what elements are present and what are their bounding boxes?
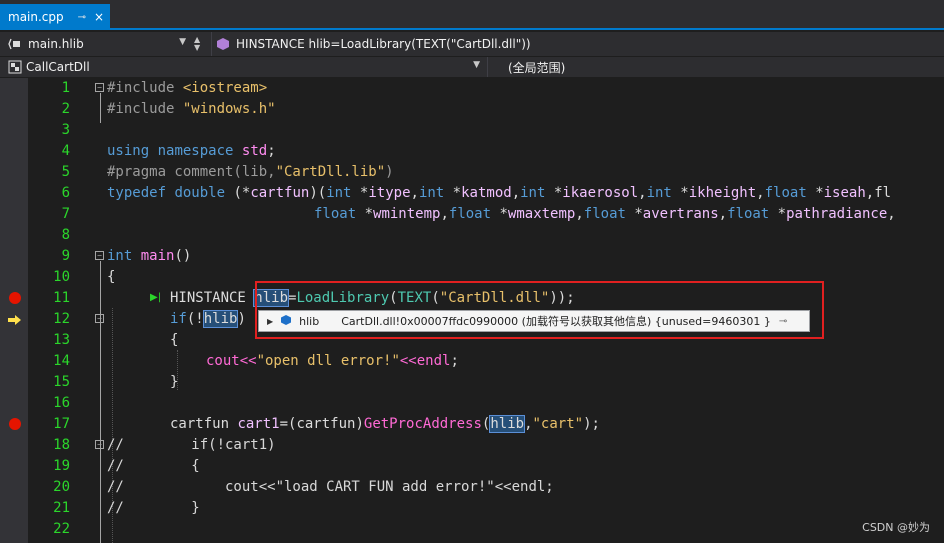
code-line-17: 17 cartfun cart1=(cartfun)GetProcAddress…: [0, 414, 944, 435]
line-number: 12: [53, 311, 70, 327]
scope-dropdown[interactable]: main.hlib ▼: [8, 34, 190, 54]
code-line-9: 9 − int main(): [0, 246, 944, 267]
global-scope-dropdown[interactable]: (全局范围): [508, 57, 944, 77]
code-line-18: 18 − // if(!cart1): [0, 435, 944, 456]
tab-main-cpp[interactable]: main.cpp ⊸ ×: [0, 4, 110, 30]
code-text: // }: [107, 500, 200, 516]
line-number: 1: [61, 80, 70, 96]
code-text: if(!hlib): [170, 310, 246, 328]
chevron-down-icon: ▼: [179, 37, 186, 47]
code-line-19: 19 // {: [0, 456, 944, 477]
annotation-highlight-box: [255, 281, 824, 339]
code-text: #include <iostream>: [107, 80, 268, 96]
split-arrows[interactable]: ▲ ▼: [194, 34, 208, 54]
line-number: 10: [53, 269, 70, 285]
code-text: #include "windows.h": [107, 101, 276, 117]
line-number: 3: [61, 122, 70, 138]
code-line-14: 14 cout<<"open dll error!"<<endl;: [0, 351, 944, 372]
code-line-20: 20 // cout<<"load CART FUN add error!"<<…: [0, 477, 944, 498]
code-text: // if(!cart1): [107, 437, 276, 453]
line-number: 22: [53, 521, 70, 537]
line-number: 18: [53, 437, 70, 453]
code-text: cartfun cart1=(cartfun)GetProcAddress(hl…: [170, 415, 600, 433]
code-text: float *wmintemp,float *wmaxtemp,float *a…: [314, 206, 896, 222]
member-icon: [216, 37, 230, 51]
project-value: CallCartDll: [26, 60, 90, 74]
code-line-22: 22: [0, 519, 944, 540]
code-line-3: 3: [0, 120, 944, 141]
collapse-icon[interactable]: −: [95, 83, 104, 92]
navigation-bar-top: main.hlib ▼ ▲ ▼ HINSTANCE hlib=LoadLibrar…: [0, 32, 944, 56]
member-value: HINSTANCE hlib=LoadLibrary(TEXT("CartDll…: [236, 37, 531, 51]
line-number: 14: [53, 353, 70, 369]
close-icon[interactable]: ×: [94, 10, 104, 24]
code-line-7: 7 float *wmintemp,float *wmaxtemp,float …: [0, 204, 944, 225]
code-line-15: 15 }: [0, 372, 944, 393]
chevron-down-icon: ▼: [473, 60, 480, 70]
run-to-click-icon[interactable]: ▶|: [150, 292, 161, 303]
code-editor[interactable]: 1 − #include <iostream> 2 #include "wind…: [0, 78, 944, 543]
code-text: #pragma comment(lib,"CartDll.lib"): [107, 164, 394, 180]
line-number: 11: [53, 290, 70, 306]
scope-value: main.hlib: [28, 37, 84, 51]
code-line-21: 21 // }: [0, 498, 944, 519]
line-number: 19: [53, 458, 70, 474]
collapse-icon[interactable]: −: [95, 440, 104, 449]
line-number: 15: [53, 374, 70, 390]
code-text: // {: [107, 458, 200, 474]
variable-icon: [8, 37, 22, 51]
code-text: {: [170, 332, 179, 348]
project-icon: [8, 60, 22, 74]
line-number: 13: [53, 332, 70, 348]
line-number: 2: [61, 101, 70, 117]
code-line-4: 4 using namespace std;: [0, 141, 944, 162]
up-down-arrows-icon: ▲ ▼: [194, 35, 201, 52]
code-text: }: [170, 374, 179, 390]
watermark: CSDN @妙为: [862, 521, 930, 534]
line-number: 16: [53, 395, 70, 411]
divider: [487, 57, 488, 77]
line-number: 20: [53, 479, 70, 495]
code-line-5: 5 #pragma comment(lib,"CartDll.lib"): [0, 162, 944, 183]
code-text: int main(): [107, 248, 192, 264]
instruction-pointer-icon: [8, 314, 22, 325]
line-number: 8: [61, 227, 70, 243]
line-number: 4: [61, 143, 70, 159]
pin-icon[interactable]: ⊸: [78, 12, 86, 23]
code-line-16: 16: [0, 393, 944, 414]
code-line-1: 1 − #include <iostream>: [0, 78, 944, 99]
divider: [211, 32, 212, 56]
tab-title: main.cpp: [8, 10, 64, 24]
line-number: 17: [53, 416, 70, 432]
breakpoint-icon[interactable]: [9, 292, 21, 304]
line-number: 21: [53, 500, 70, 516]
code-text: cout<<"open dll error!"<<endl;: [206, 353, 459, 369]
code-text: {: [107, 269, 116, 285]
line-number: 9: [61, 248, 70, 264]
collapse-icon[interactable]: −: [95, 251, 104, 260]
navigation-bar-project: CallCartDll ▼ (全局范围): [0, 57, 944, 77]
global-scope-value: (全局范围): [508, 60, 566, 75]
member-dropdown[interactable]: HINSTANCE hlib=LoadLibrary(TEXT("CartDll…: [216, 34, 944, 54]
line-number: 7: [61, 206, 70, 222]
line-number: 6: [61, 185, 70, 201]
breakpoint-icon[interactable]: [9, 418, 21, 430]
code-text: typedef double (*cartfun)(int *itype,int…: [107, 185, 892, 201]
code-line-8: 8: [0, 225, 944, 246]
code-text: // cout<<"load CART FUN add error!"<<end…: [107, 479, 554, 495]
code-line-2: 2 #include "windows.h": [0, 99, 944, 120]
document-tab-strip: main.cpp ⊸ ×: [0, 0, 944, 30]
line-number: 5: [61, 164, 70, 180]
project-dropdown[interactable]: CallCartDll ▼: [8, 57, 484, 77]
collapse-icon[interactable]: −: [95, 314, 104, 323]
code-text: using namespace std;: [107, 143, 276, 159]
code-line-6: 6 typedef double (*cartfun)(int *itype,i…: [0, 183, 944, 204]
